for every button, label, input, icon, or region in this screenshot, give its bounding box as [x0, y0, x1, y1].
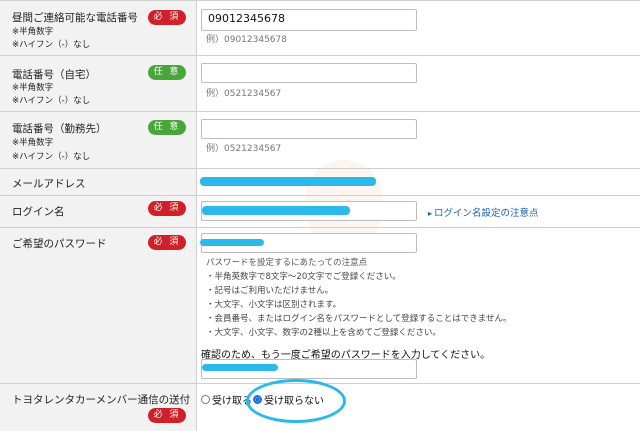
password-note-item: ・会員番号、またはログイン名をパスワードとして登録することはできません。 — [206, 314, 512, 324]
work-phone-input[interactable] — [201, 119, 417, 139]
radio-button[interactable] — [201, 395, 210, 404]
required-badge: 必 須 — [148, 235, 186, 250]
label-cell: 昼間ご連絡可能な電話番号 ※半角数字 ※ハイフン（-）なし 必 須 — [0, 1, 197, 56]
row-login-name: ログイン名 必 須 ▸ ログイン名設定の注意点 — [0, 195, 640, 228]
link-label: ログイン名設定の注意点 — [434, 208, 539, 219]
redacted-password-scribble — [200, 239, 264, 246]
row-work-phone: 電話番号（勤務先） ※半角数字 ※ハイフン（-）なし 任 意 例）0521234… — [0, 111, 640, 169]
member-registration-form: 昼間ご連絡可能な電話番号 ※半角数字 ※ハイフン（-）なし 必 須 090123… — [0, 0, 640, 431]
field-note: ※半角数字 — [12, 138, 54, 148]
optional-badge: 任 意 — [148, 120, 186, 135]
example-text: 例）0521234567 — [206, 89, 282, 99]
field-label: 昼間ご連絡可能な電話番号 — [12, 12, 138, 24]
highlight-circle-annotation — [246, 379, 346, 423]
password-note-item: ・大文字、小文字は区別されます。 — [206, 300, 342, 310]
example-text: 例）09012345678 — [206, 35, 287, 45]
field-label: トヨタレンタカーメンバー通信の送付 — [12, 394, 191, 406]
password-note-item: ・大文字、小文字、数字の2種以上を含めてご登録ください。 — [206, 328, 441, 338]
arrow-icon: ▸ — [428, 209, 433, 218]
field-label: メールアドレス — [12, 178, 86, 190]
label-cell: ご希望のパスワード 必 須 — [0, 228, 197, 384]
redacted-login-scribble — [202, 206, 350, 215]
row-email: メールアドレス — [0, 168, 640, 196]
redacted-confirm-scribble — [202, 364, 278, 371]
required-badge: 必 須 — [148, 408, 186, 423]
field-note: ※半角数字 — [12, 27, 54, 37]
password-note-item: ・記号はご利用いただけません。 — [206, 286, 334, 296]
password-note-item: ・半角英数字で8文字〜20文字でご登録ください。 — [206, 272, 401, 282]
field-label: 電話番号（自宅） — [12, 69, 96, 81]
required-badge: 必 須 — [148, 201, 186, 216]
field-note: ※ハイフン（-）なし — [12, 96, 91, 106]
label-cell: ログイン名 必 須 — [0, 196, 197, 228]
row-password: ご希望のパスワード 必 須 パスワードを設定するにあたっての注意点 ・半角英数字… — [0, 227, 640, 384]
field-note: ※半角数字 — [12, 83, 54, 93]
field-label: ログイン名 — [12, 206, 65, 218]
field-label: 電話番号（勤務先） — [12, 123, 107, 135]
label-cell: トヨタレンタカーメンバー通信の送付 必 須 — [0, 384, 197, 431]
daytime-phone-input[interactable]: 09012345678 — [201, 9, 417, 31]
label-cell: 電話番号（勤務先） ※半角数字 ※ハイフン（-）なし 任 意 — [0, 112, 197, 169]
optional-badge: 任 意 — [148, 65, 186, 80]
field-label: ご希望のパスワード — [12, 238, 107, 250]
password-notes-title: パスワードを設定するにあたっての注意点 — [206, 258, 368, 268]
redacted-email-scribble — [200, 177, 376, 186]
example-text: 例）0521234567 — [206, 144, 282, 154]
label-cell: 電話番号（自宅） ※半角数字 ※ハイフン（-）なし 任 意 — [0, 56, 197, 112]
home-phone-input[interactable] — [201, 63, 417, 83]
row-home-phone: 電話番号（自宅） ※半角数字 ※ハイフン（-）なし 任 意 例）05212345… — [0, 55, 640, 112]
radio-receive[interactable]: 受け取る — [201, 392, 252, 407]
row-daytime-phone: 昼間ご連絡可能な電話番号 ※半角数字 ※ハイフン（-）なし 必 須 090123… — [0, 0, 640, 56]
login-name-notes-link[interactable]: ▸ ログイン名設定の注意点 — [428, 205, 539, 219]
field-note: ※ハイフン（-）なし — [12, 40, 91, 50]
required-badge: 必 須 — [148, 10, 186, 25]
label-cell: メールアドレス — [0, 169, 197, 196]
field-note: ※ハイフン（-）なし — [12, 152, 91, 162]
